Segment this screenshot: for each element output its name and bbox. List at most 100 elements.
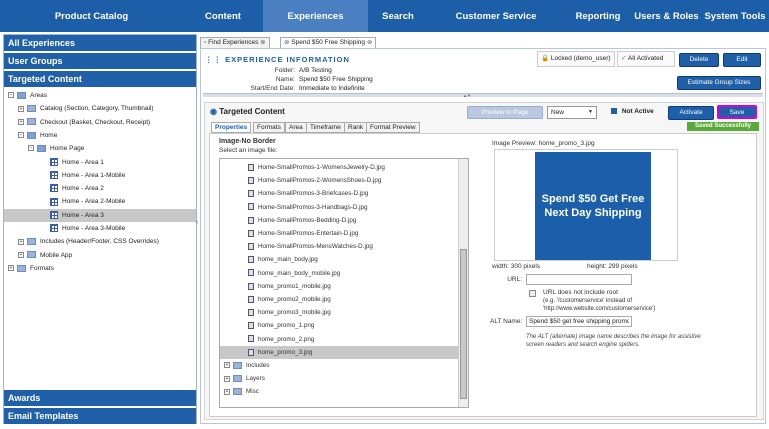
file-item[interactable]: Home-SmallPromos-2-WomensShoes-D.jpg bbox=[220, 174, 458, 187]
subtab-properties[interactable]: Properties bbox=[211, 122, 252, 133]
expand-icon[interactable]: + bbox=[18, 238, 24, 245]
folder-icon bbox=[233, 388, 242, 396]
nav-experiences[interactable]: Experiences bbox=[263, 0, 368, 32]
sidebar-user-groups[interactable]: User Groups bbox=[4, 53, 196, 69]
activate-button[interactable]: Activate bbox=[668, 106, 714, 120]
tree-item[interactable]: + Checkout (Basket, Checkout, Receipt) bbox=[4, 116, 196, 129]
alt-name-input[interactable] bbox=[526, 316, 632, 327]
sidebar-all-experiences[interactable]: All Experiences bbox=[4, 35, 196, 51]
file-folder-item[interactable]: + Layers bbox=[220, 372, 458, 385]
sidebar-targeted-content[interactable]: Targeted Content bbox=[4, 71, 196, 87]
nav-users-roles[interactable]: Users & Roles bbox=[632, 0, 701, 32]
tree-item[interactable]: Home - Area 1 bbox=[4, 156, 196, 169]
file-item[interactable]: home_promo_2.png bbox=[220, 333, 458, 346]
tree-item[interactable]: − Home bbox=[4, 129, 196, 142]
tree-item[interactable]: + Catalog (Section, Category, Thumbnail) bbox=[4, 102, 196, 115]
activated-status: ✓ All Activated bbox=[617, 51, 675, 67]
nav-content[interactable]: Content bbox=[183, 0, 263, 32]
tree-item[interactable]: + Includes (Header/Footer, CSS Overrides) bbox=[4, 235, 196, 248]
file-item[interactable]: Home-SmallPromos-3-Handbags-D.jpg bbox=[220, 201, 458, 214]
expand-icon[interactable]: + bbox=[18, 251, 24, 258]
file-item[interactable]: home_promo2_mobile.jpg bbox=[220, 293, 458, 306]
expand-icon[interactable]: + bbox=[8, 265, 14, 272]
file-name: Home-SmallPromos-3-Briefcases-D.jpg bbox=[258, 190, 369, 198]
file-list-scrollbar[interactable] bbox=[458, 159, 468, 407]
file-item[interactable]: Home-SmallPromos-Entertain-D.jpg bbox=[220, 227, 458, 240]
expand-icon[interactable]: + bbox=[224, 375, 230, 382]
targeted-content-panel: ◉ Targeted Content Preview in Page New ▼… bbox=[204, 102, 764, 420]
file-item[interactable]: Home-SmallPromos-3-Briefcases-D.jpg bbox=[220, 187, 458, 200]
collapse-icon[interactable]: − bbox=[8, 92, 14, 99]
subtab-formats[interactable]: Formats bbox=[253, 122, 285, 133]
preview-in-page-button[interactable]: Preview in Page bbox=[467, 106, 543, 119]
tree-item[interactable]: + Mobile App bbox=[4, 249, 196, 262]
file-item[interactable]: home_promo1_mobile.jpg bbox=[220, 280, 458, 293]
delete-button[interactable]: Delete bbox=[679, 53, 719, 67]
nav-system-tools[interactable]: System Tools bbox=[701, 0, 769, 32]
tree-item[interactable]: Home - Area 3-Mobile bbox=[4, 222, 196, 235]
tc-title: ◉ Targeted Content bbox=[210, 107, 285, 116]
file-item[interactable]: home_promo_3.jpg bbox=[220, 345, 458, 359]
edit-button[interactable]: Edit bbox=[723, 53, 761, 67]
estimate-group-sizes-button[interactable]: Estimate Group Sizes bbox=[677, 76, 761, 90]
scrollbar-thumb[interactable] bbox=[460, 249, 467, 399]
file-name: Home-SmallPromos-MensWatches-D.jpg bbox=[258, 243, 373, 251]
expand-icon[interactable]: + bbox=[224, 362, 230, 369]
sidebar-awards[interactable]: Awards bbox=[4, 390, 196, 406]
status-select[interactable]: New ▼ bbox=[547, 106, 597, 119]
tree-item[interactable]: + Formats bbox=[4, 262, 196, 275]
info-title: ⋮⋮ EXPERIENCE INFORMATION bbox=[205, 55, 350, 64]
url-input[interactable] bbox=[526, 274, 632, 285]
file-item[interactable]: Home-SmallPromos-MensWatches-D.jpg bbox=[220, 240, 458, 253]
sidebar-email-templates[interactable]: Email Templates bbox=[4, 408, 196, 424]
file-item[interactable]: home_promo_1.png bbox=[220, 319, 458, 332]
collapse-icon[interactable]: − bbox=[18, 132, 24, 139]
not-active-text: Not Active bbox=[621, 108, 654, 115]
subtab-timeframe[interactable]: Timeframe bbox=[306, 122, 345, 133]
collapse-icon[interactable]: − bbox=[28, 145, 34, 152]
file-folder-item[interactable]: + Misc bbox=[220, 385, 458, 398]
file-name: Home-SmallPromos-1-WomensJewelry-D.jpg bbox=[258, 164, 385, 171]
nav-customer-service[interactable]: Customer Service bbox=[428, 0, 564, 32]
subtab-area[interactable]: Area bbox=[285, 122, 307, 133]
subtab-format-preview[interactable]: Format Preview bbox=[366, 122, 420, 133]
file-item[interactable]: Home-SmallPromos-1-WomensJewelry-D.jpg bbox=[220, 161, 458, 174]
tree-item[interactable]: − Areas bbox=[4, 89, 196, 102]
saved-successfully-badge: Saved Successfully bbox=[687, 122, 759, 131]
expand-icon[interactable]: + bbox=[224, 388, 230, 395]
close-icon[interactable]: ⊗ bbox=[367, 39, 372, 46]
save-button[interactable]: Save bbox=[717, 105, 757, 119]
root-checkbox[interactable] bbox=[529, 290, 536, 297]
nav-product-catalog[interactable]: Product Catalog bbox=[0, 0, 183, 32]
expand-icon[interactable]: + bbox=[18, 118, 24, 125]
content-area-icon bbox=[50, 197, 58, 206]
tree-item[interactable]: Home - Area 2 bbox=[4, 182, 196, 195]
image-file-list[interactable]: Home-SmallPromos-1-WomensJewelry-D.jpg Ho… bbox=[219, 158, 469, 408]
tree-item-label: Home - Area 2-Mobile bbox=[62, 198, 126, 206]
content-area-icon bbox=[50, 184, 58, 193]
tab-bar: ▫ Find Experiences ⊗ ⊚ Spend $50 Free Sh… bbox=[198, 35, 768, 49]
locked-status: 🔒 Locked (demo_user) bbox=[537, 51, 615, 67]
nav-search[interactable]: Search bbox=[368, 0, 428, 32]
file-item[interactable]: home_main_body.jpg bbox=[220, 253, 458, 266]
file-item[interactable]: Home-SmallPromos-Bedding-D.jpg bbox=[220, 214, 458, 227]
file-item[interactable]: home_main_body_mobile.jpg bbox=[220, 267, 458, 280]
folder-open-icon bbox=[37, 144, 46, 152]
image-file-icon bbox=[248, 216, 254, 224]
file-folder-item[interactable]: + Includes bbox=[220, 359, 458, 372]
tree-item[interactable]: Home - Area 1-Mobile bbox=[4, 169, 196, 182]
file-item[interactable]: home_promo3_mobile.jpg bbox=[220, 306, 458, 319]
tree-item[interactable]: Home - Area 2-Mobile bbox=[4, 195, 196, 208]
tree-item[interactable]: − Home Page bbox=[4, 142, 196, 155]
folder-name: Misc bbox=[246, 388, 259, 396]
dates-value: Immediate to Indefinite bbox=[299, 85, 365, 92]
sidebar: All Experiences User Groups Targeted Con… bbox=[3, 34, 197, 424]
expand-icon[interactable]: + bbox=[18, 105, 24, 112]
tree-item[interactable]: Home - Area 3 bbox=[4, 208, 196, 222]
splitter[interactable]: ▲▼ bbox=[203, 93, 763, 98]
subtab-rank[interactable]: Rank bbox=[344, 122, 368, 133]
folder-name: Includes bbox=[246, 362, 270, 369]
nav-reporting[interactable]: Reporting bbox=[564, 0, 632, 32]
folder-icon bbox=[27, 105, 36, 113]
close-icon[interactable]: ⊗ bbox=[260, 39, 265, 46]
